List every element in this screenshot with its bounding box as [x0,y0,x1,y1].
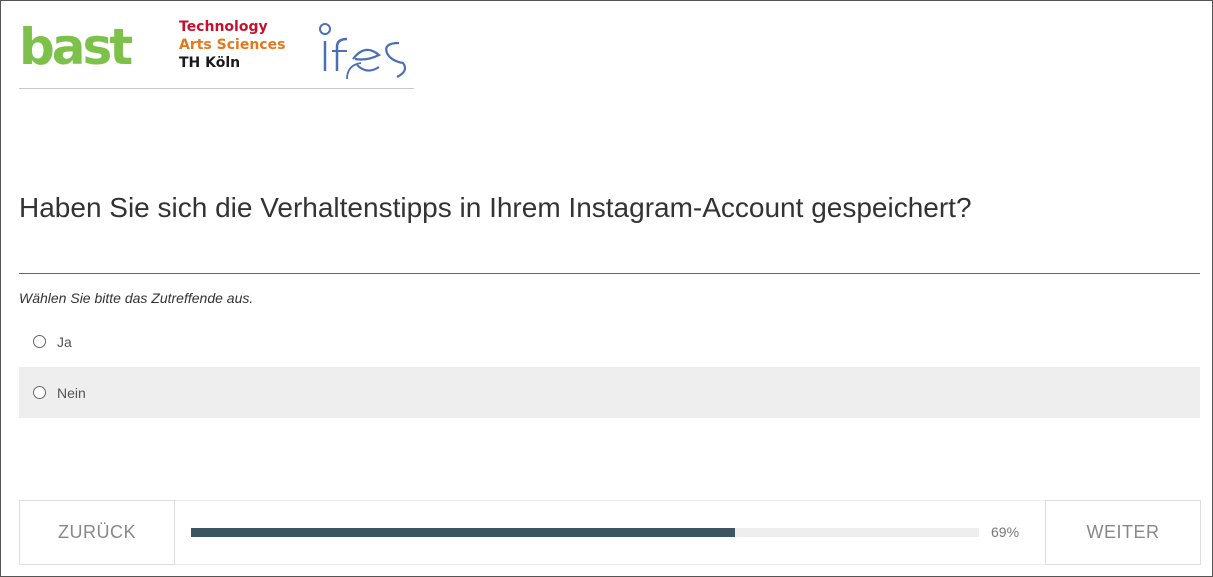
back-button[interactable]: ZURÜCK [19,500,175,565]
progress-area: 69% [175,500,1045,565]
question-divider [19,273,1200,274]
progress-bar [191,528,979,537]
progress-bar-fill [191,528,735,537]
progress-percent-label: 69% [991,524,1020,540]
th-koeln-logo: Technology Arts Sciences TH Köln [179,18,285,72]
option-label-nein: Nein [57,384,86,401]
th-logo-line-technology: Technology [179,19,268,35]
logo-bar: bast Technology Arts Sciences TH Köln [19,15,414,89]
radio-button-ja[interactable] [33,335,46,348]
bast-logo: bast [19,18,133,76]
option-label-ja: Ja [57,333,72,350]
question-title: Haben Sie sich die Verhaltenstipps in Ih… [19,192,972,223]
survey-window: bast Technology Arts Sciences TH Köln Ha… [0,0,1213,577]
question-help-text: Wählen Sie bitte das Zutreffende aus. [19,290,254,306]
th-logo-line-arts-sciences: Arts Sciences [179,37,286,53]
th-logo-line-th-koeln: TH Köln [179,55,241,71]
option-nein[interactable]: Nein [19,367,1200,418]
option-ja[interactable]: Ja [19,316,1200,367]
radio-button-nein[interactable] [33,386,46,399]
next-button[interactable]: WEITER [1045,500,1201,565]
ifes-logo [319,23,407,80]
